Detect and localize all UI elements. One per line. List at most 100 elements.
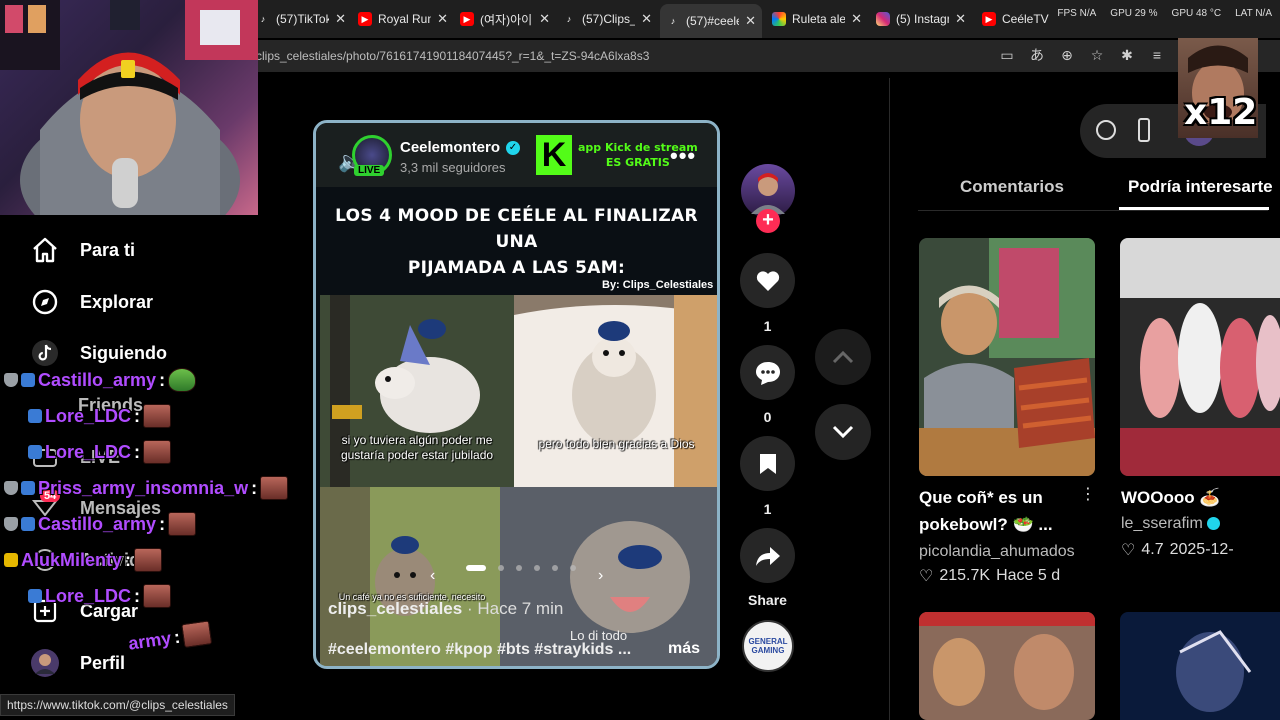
emote-icon: [260, 476, 289, 500]
close-icon[interactable]: ✕: [745, 13, 756, 29]
carousel-dot[interactable]: [516, 565, 522, 571]
next-video-button[interactable]: [815, 404, 871, 460]
close-icon[interactable]: ✕: [437, 11, 448, 27]
chat-separator: :: [159, 513, 166, 534]
url-text[interactable]: clips_celestiales/photo/7616174190118407…: [256, 49, 649, 63]
coin-icon[interactable]: [1096, 120, 1116, 140]
emote-icon: [143, 584, 172, 608]
video-thumbnail[interactable]: [1120, 238, 1280, 476]
video-thumbnail[interactable]: [919, 612, 1095, 720]
screen-cast-icon[interactable]: ▭: [998, 46, 1016, 64]
video-likes: 215.7K: [939, 567, 991, 584]
translate-icon[interactable]: あ: [1028, 46, 1046, 64]
sound-disc[interactable]: GENERAL GAMING: [742, 620, 794, 672]
browser-tab[interactable]: ▶ (여자)아이 ✕: [454, 6, 556, 32]
comment-button[interactable]: [740, 345, 795, 400]
mobile-icon[interactable]: [1138, 118, 1150, 142]
video-time: Hace 5 d: [996, 567, 1061, 584]
browser-tab-active[interactable]: ♪ (57)#ceele ✕: [660, 4, 762, 38]
carousel-dot[interactable]: [498, 565, 504, 571]
carousel-dots: [466, 565, 576, 571]
favorites-icon[interactable]: ≡: [1148, 46, 1166, 64]
tiktok-icon: [32, 340, 58, 366]
close-icon[interactable]: ✕: [539, 11, 550, 27]
browser-tab[interactable]: ♪ (57)Clips_C ✕: [556, 6, 658, 32]
fps-readout: FPS N/A: [1057, 8, 1097, 19]
video-stats: ♡ 215.7K Hace 5 d: [919, 566, 1060, 586]
tab-title: CeéleTV: [1002, 12, 1049, 26]
close-icon[interactable]: ✕: [641, 11, 652, 27]
meme-panel-dog: pero todo bien gracias a Dios: [514, 295, 717, 487]
sidebar-item-explorar[interactable]: Explorar: [30, 285, 153, 319]
more-options-icon[interactable]: ⋮: [1080, 484, 1096, 504]
sub-badge-icon: [28, 409, 42, 423]
video-author[interactable]: le_sserafim: [1121, 515, 1203, 532]
zoom-icon[interactable]: ⊕: [1058, 46, 1076, 64]
sub-badge-icon: [21, 481, 35, 495]
browser-tab[interactable]: ♪ (57)TikTok ✕: [250, 6, 352, 32]
sidebar-item-siguiendo[interactable]: Siguiendo: [30, 336, 167, 370]
video-thumbnail[interactable]: [919, 238, 1095, 476]
carousel-next-icon[interactable]: ›: [598, 567, 603, 585]
previous-video-button[interactable]: [815, 329, 871, 385]
chat-username: AlukMilenty: [21, 549, 123, 570]
sidebar-item-label: Siguiendo: [80, 342, 167, 363]
meme-title-line: PIJAMADA A LAS 5AM:: [407, 258, 626, 278]
like-button[interactable]: [740, 253, 795, 308]
instagram-icon: [876, 12, 890, 26]
tab-comentarios[interactable]: Comentarios: [960, 177, 1064, 197]
chat-username: Castillo_army: [38, 513, 157, 534]
chat-message: Castillo_army :: [4, 368, 197, 392]
close-icon[interactable]: ✕: [851, 11, 862, 27]
save-button[interactable]: [740, 436, 795, 491]
browser-tab[interactable]: ▶ Royal Run ✕: [352, 6, 454, 32]
video-title[interactable]: Que coñ* es un pokebowl? 🥗 ...: [919, 484, 1079, 538]
video-author[interactable]: picolandia_ahumados: [919, 543, 1075, 561]
chat-message: Lore_LDC :: [4, 404, 172, 428]
browser-tab[interactable]: Ruleta ale ✕: [766, 6, 868, 32]
video-stats: ♡ 4.7 2025-12-: [1121, 540, 1234, 560]
chevron-down-icon: [832, 425, 854, 439]
carousel-dot[interactable]: [570, 565, 576, 571]
meme-panel-opossum: si yo tuviera algún poder me gustaría po…: [320, 295, 514, 487]
chat-username: Lore_LDC: [45, 405, 132, 426]
close-icon[interactable]: ✕: [335, 11, 346, 27]
chat-separator: :: [134, 441, 141, 462]
tab-title: (57)#ceele: [686, 14, 740, 28]
tab-podria-interesarte[interactable]: Podría interesarte: [1128, 177, 1280, 197]
sidebar-item-perfil[interactable]: Perfil: [30, 646, 125, 680]
browser-tab[interactable]: ▶ CeéleTV: [976, 6, 1056, 32]
heart-outline-icon: ♡: [1121, 542, 1136, 559]
channel-name[interactable]: Ceelemontero: [400, 139, 500, 156]
post-hashtags[interactable]: #ceelemontero #kpop #bts #straykids ...: [328, 641, 631, 659]
tiktok-icon: ♪: [566, 14, 572, 24]
verified-icon: [1207, 517, 1221, 531]
video-title[interactable]: WOOooo 🍝: [1121, 484, 1221, 511]
post-author[interactable]: clips_celestiales: [328, 599, 462, 618]
meme-panel-kitten: Un café ya no es suficiente, necesito: [320, 487, 500, 666]
bookmark-star-icon[interactable]: ☆: [1088, 46, 1106, 64]
heart-outline-icon: ♡: [919, 568, 934, 585]
more-link[interactable]: más: [668, 640, 700, 658]
more-options-icon[interactable]: •••: [670, 143, 696, 169]
video-thumbnail[interactable]: [1120, 612, 1280, 720]
close-icon[interactable]: ✕: [955, 11, 966, 27]
chat-message: army :: [127, 620, 213, 655]
carousel-dot[interactable]: [552, 565, 558, 571]
browser-tab[interactable]: (5) Instagr ✕: [870, 6, 972, 32]
extensions-icon[interactable]: ✱: [1118, 46, 1136, 64]
emote-icon: [168, 368, 197, 392]
share-button[interactable]: [740, 528, 795, 583]
emote-icon: [181, 620, 213, 649]
sub-badge-icon: [21, 517, 35, 531]
carousel-dot[interactable]: [534, 565, 540, 571]
tab-title: (57)Clips_C: [582, 12, 635, 26]
sidebar-item-para-ti[interactable]: Para ti: [30, 233, 135, 267]
post-author-line: clips_celestiales · Hace 7 min: [328, 599, 563, 619]
carousel-prev-icon[interactable]: ‹: [430, 567, 435, 585]
follower-count: 3,3 mil seguidores: [400, 160, 506, 175]
wheel-icon: [772, 12, 786, 26]
post-card[interactable]: 🔈 LIVE Ceelemontero ✓ 3,3 mil seguidores…: [313, 120, 720, 669]
follow-button[interactable]: +: [756, 209, 780, 233]
carousel-dot[interactable]: [466, 565, 486, 571]
